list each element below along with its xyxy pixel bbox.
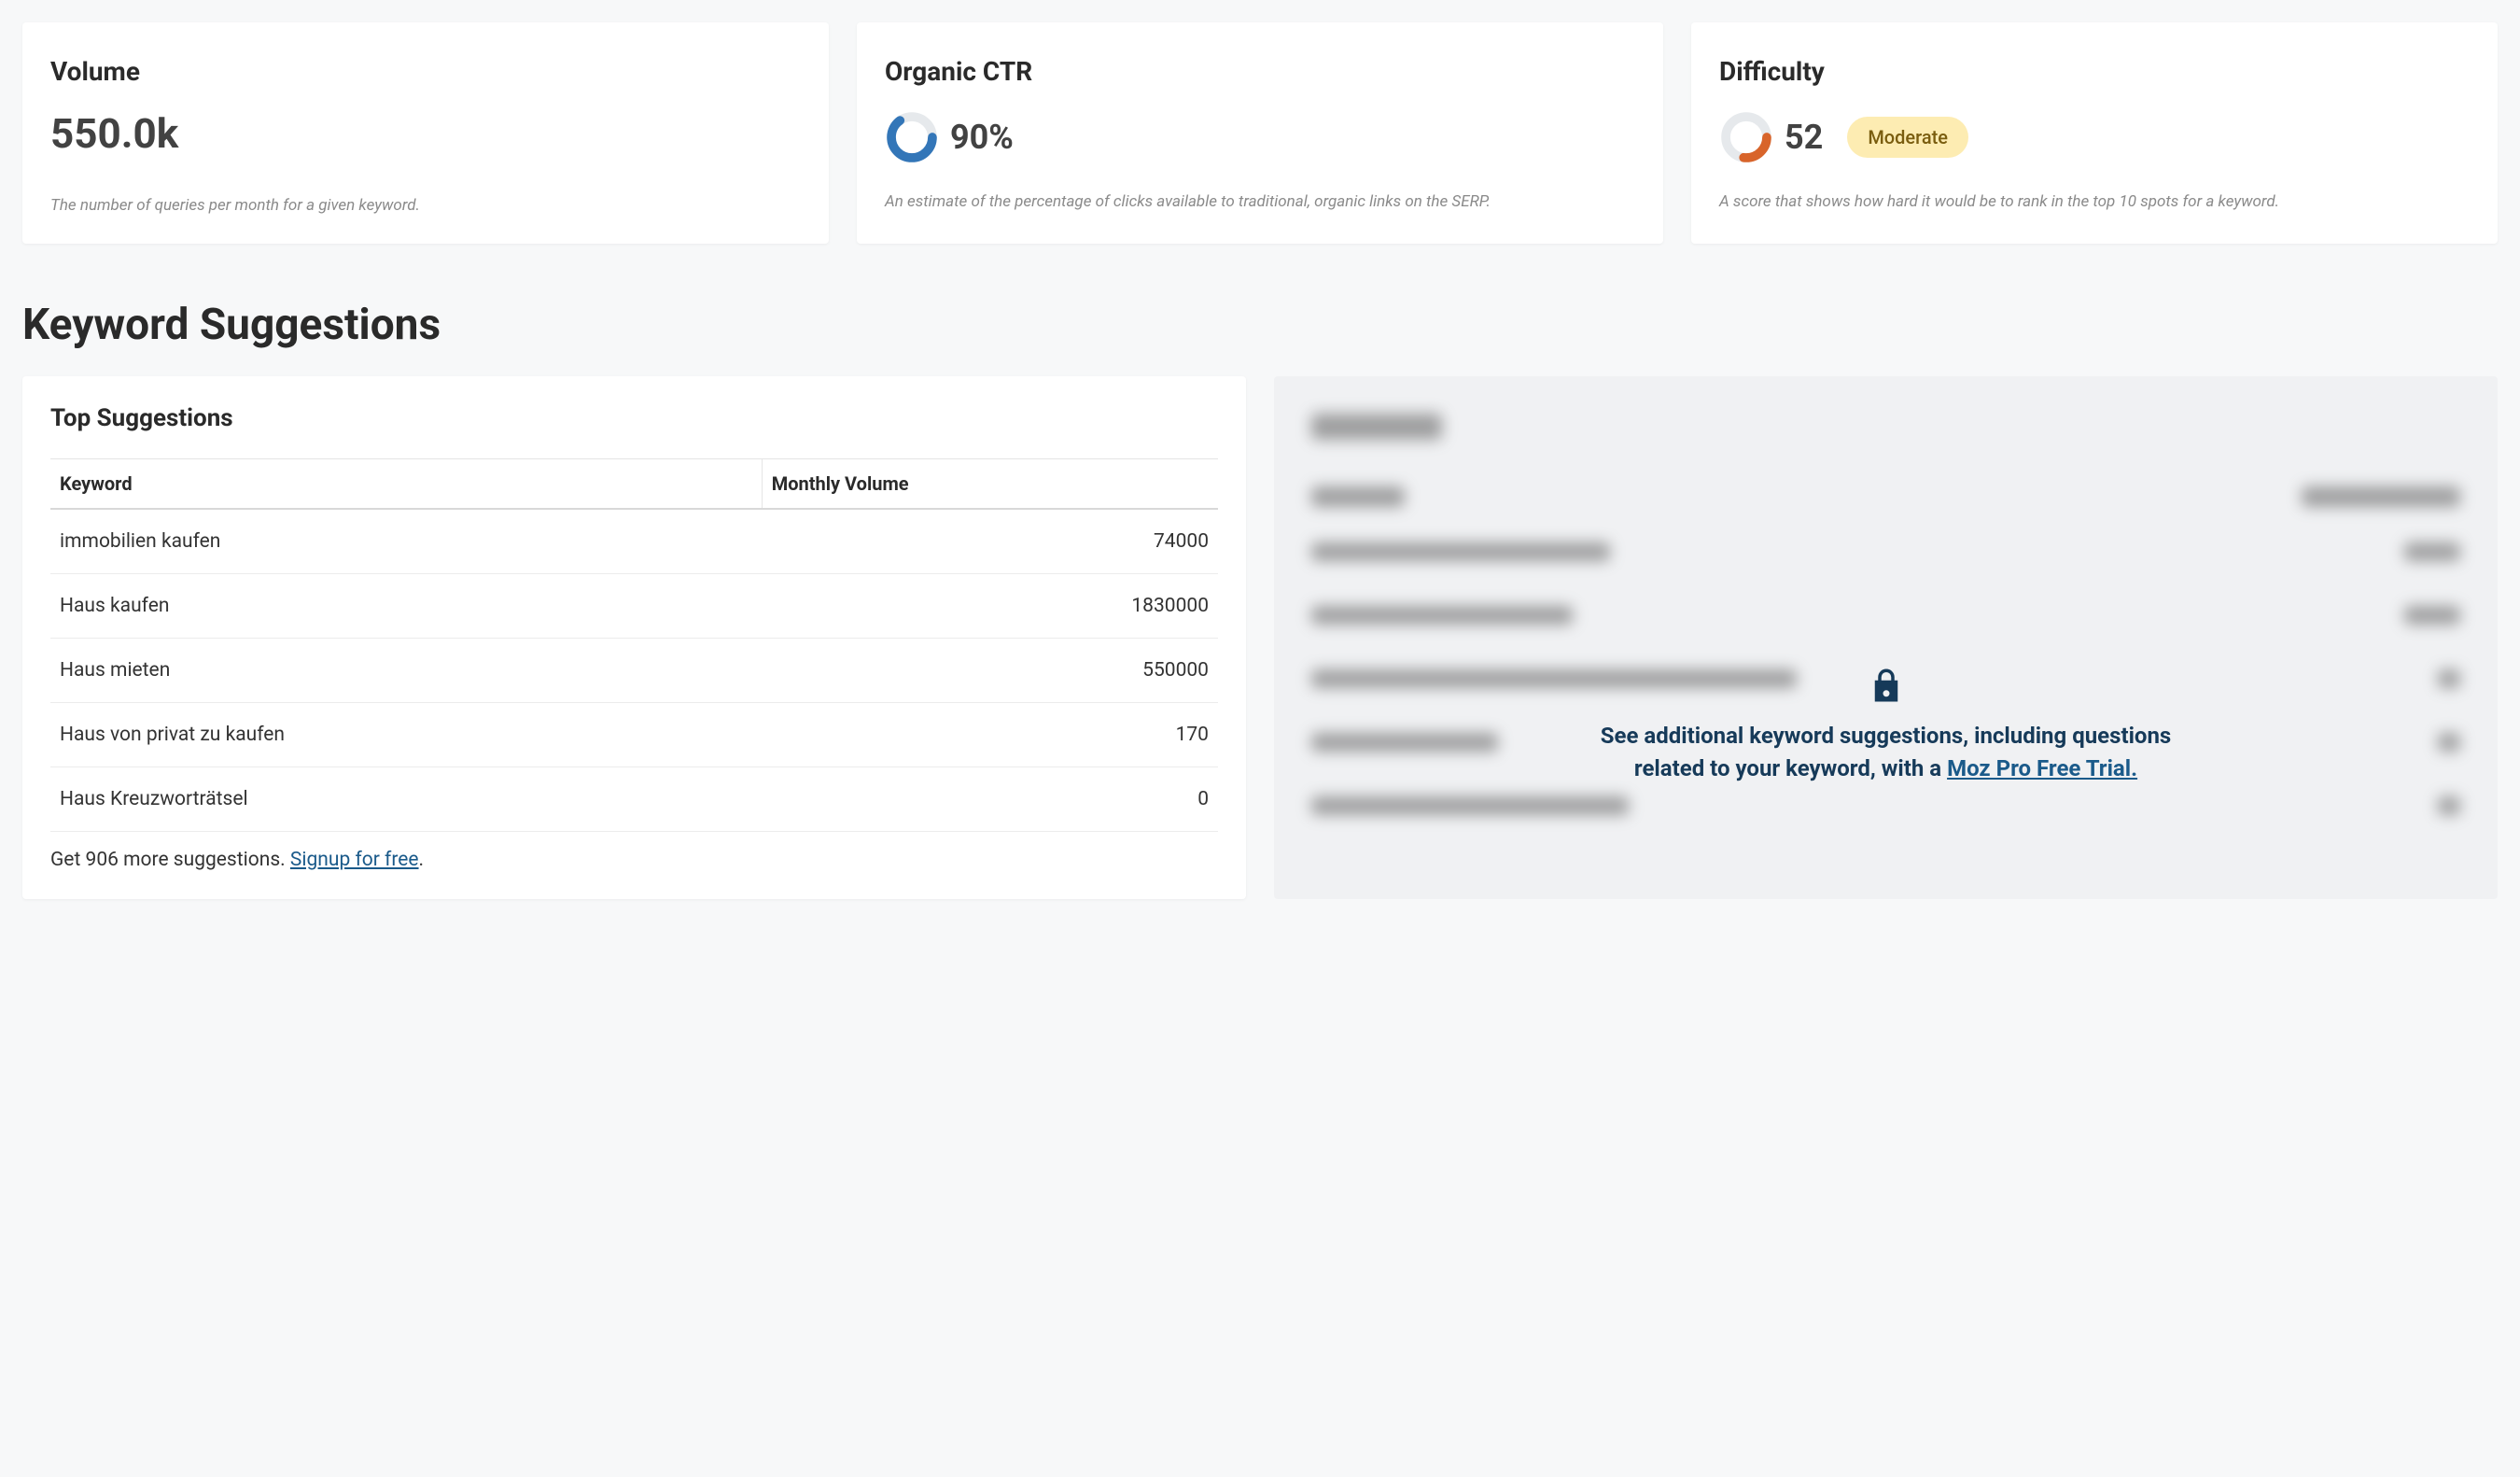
blurred-preview (1274, 376, 2498, 899)
top-suggestions-title: Top Suggestions (50, 404, 1218, 432)
table-row: Haus von privat zu kaufen 170 (50, 702, 1218, 767)
cell-keyword: Haus mieten (50, 638, 762, 702)
metric-value-row-difficulty: 52 Moderate (1719, 109, 2470, 165)
metric-desc-ctr: An estimate of the percentage of clicks … (885, 191, 1635, 214)
metric-title-difficulty: Difficulty (1719, 56, 2470, 87)
table-row: Haus Kreuzworträtsel 0 (50, 767, 1218, 831)
cell-volume: 0 (762, 767, 1218, 831)
col-header-volume[interactable]: Monthly Volume (762, 458, 1218, 509)
table-row: Haus kaufen 1830000 (50, 573, 1218, 638)
panels-row: Top Suggestions Keyword Monthly Volume i… (22, 376, 2498, 899)
metric-card-difficulty: Difficulty 52 Moderate A score that show… (1691, 22, 2498, 244)
metric-card-ctr: Organic CTR 90% An estimate of the perce… (857, 22, 1663, 244)
lock-icon (1867, 666, 1906, 709)
table-row: Haus mieten 550000 (50, 638, 1218, 702)
suggestions-table: Keyword Monthly Volume immobilien kaufen… (50, 458, 1218, 832)
metric-value-ctr: 90% (950, 118, 1014, 157)
cell-keyword: Haus Kreuzworträtsel (50, 767, 762, 831)
difficulty-badge: Moderate (1847, 117, 1968, 158)
cell-volume: 1830000 (762, 573, 1218, 638)
cell-volume: 170 (762, 702, 1218, 767)
metric-title-volume: Volume (50, 56, 801, 87)
metric-desc-volume: The number of queries per month for a gi… (50, 195, 801, 218)
ctr-donut-icon (885, 110, 939, 164)
cell-keyword: Haus kaufen (50, 573, 762, 638)
metric-value-volume: 550.0k (50, 109, 801, 158)
difficulty-donut-icon (1719, 110, 1773, 164)
cell-keyword: immobilien kaufen (50, 509, 762, 574)
more-suggestions-text: Get 906 more suggestions. Signup for fre… (50, 849, 1218, 871)
metric-desc-difficulty: A score that shows how hard it would be … (1719, 191, 2470, 214)
more-suffix: . (419, 849, 425, 871)
locked-message: See additional keyword suggestions, incl… (1583, 720, 2190, 785)
cell-volume: 550000 (762, 638, 1218, 702)
metric-card-volume: Volume 550.0k The number of queries per … (22, 22, 829, 244)
cell-keyword: Haus von privat zu kaufen (50, 702, 762, 767)
table-row: immobilien kaufen 74000 (50, 509, 1218, 574)
metric-value-row-ctr: 90% (885, 109, 1635, 165)
moz-pro-trial-link[interactable]: Moz Pro Free Trial. (1947, 755, 2137, 781)
metric-title-ctr: Organic CTR (885, 56, 1635, 87)
top-suggestions-panel: Top Suggestions Keyword Monthly Volume i… (22, 376, 1246, 899)
metrics-row: Volume 550.0k The number of queries per … (22, 22, 2498, 244)
locked-overlay: See additional keyword suggestions, incl… (1302, 666, 2470, 785)
col-header-keyword[interactable]: Keyword (50, 458, 762, 509)
cell-volume: 74000 (762, 509, 1218, 574)
signup-free-link[interactable]: Signup for free (290, 849, 419, 871)
metric-value-difficulty: 52 (1785, 118, 1823, 157)
section-heading-keyword-suggestions: Keyword Suggestions (22, 300, 2498, 350)
locked-suggestions-panel: See additional keyword suggestions, incl… (1274, 376, 2498, 899)
more-prefix: Get 906 more suggestions. (50, 849, 290, 871)
